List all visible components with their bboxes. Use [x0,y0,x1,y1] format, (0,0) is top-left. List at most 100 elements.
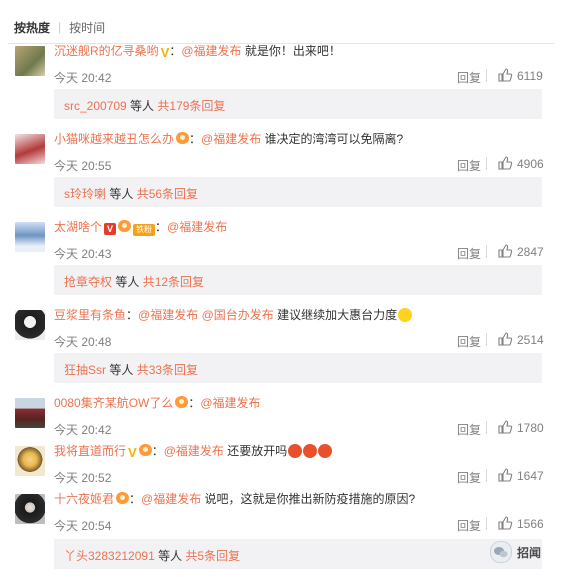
sub-replies-box[interactable]: src_200709 等人 共179条回复 [54,89,542,119]
comment-username[interactable]: 豆浆里有条鱼 [54,308,126,322]
sub-reply-user[interactable]: 丫头3283212091 [64,549,155,563]
sub-reply-count-link[interactable]: 共12条回复 [143,275,204,289]
sub-reply-count-link[interactable]: 共56条回复 [137,187,198,201]
sub-replies-summary: s玲玲喇 等人 共56条回复 [64,185,198,202]
comment-username[interactable]: 小猫咪越来越丑怎么办 [54,132,174,146]
like-count: 2847 [517,245,544,259]
colon: ： [188,396,201,410]
sort-bar: 按热度 | 按时间 [14,18,105,36]
avatar[interactable] [15,222,45,252]
thumbs-up-icon[interactable] [497,467,513,483]
sub-reply-count-link[interactable]: 共179条回复 [157,99,225,113]
sub-reply-mid: 等人 [112,275,143,289]
comment-username[interactable]: 十六夜姬君 [54,492,114,506]
thumbs-up-icon[interactable] [497,67,513,83]
comment-username[interactable]: 我将直道而行 [54,444,126,458]
thumbs-up-icon[interactable] [497,331,513,347]
fan-badge-icon: 铁粉 [133,224,156,236]
thumbs-up-icon[interactable] [497,515,513,531]
mention-link[interactable]: @福建发布 [201,132,261,146]
sub-reply-user[interactable]: 抢章夺权 [64,275,112,289]
avatar[interactable] [15,310,45,340]
comment-username[interactable]: 太湖啥个 [54,220,102,234]
member-crown-icon [116,492,130,504]
sub-replies-summary: 丫头3283212091 等人 共5条回复 [64,547,240,564]
reply-button[interactable]: 回复 [457,69,481,86]
sub-reply-mid: 等人 [126,99,158,113]
sub-reply-user[interactable]: src_200709 [64,99,127,113]
sort-separator: | [58,20,62,34]
action-divider [486,245,487,258]
avatar[interactable] [15,46,45,76]
sort-by-time-tab[interactable]: 按时间 [69,19,105,36]
member-crown-icon [138,444,152,456]
avatar[interactable] [15,494,45,524]
sub-replies-box[interactable]: 狂抽Ssr 等人 共33条回复 [54,353,542,383]
comment-username[interactable]: 沉迷舰R的亿寻桑哟 [54,44,159,58]
comment-text: 还要放开吗 [223,444,288,458]
thumbs-up-icon[interactable] [497,243,513,259]
comment-username[interactable]: 0080集齐某航OW了么 [54,396,173,410]
thumbs-up-icon[interactable] [497,419,513,435]
reply-button[interactable]: 回复 [457,517,481,534]
comment-time: 今天 20:52 [54,471,112,485]
sub-replies-summary: src_200709 等人 共179条回复 [64,97,225,114]
mention-link[interactable]: @福建发布 [181,44,241,58]
mention-link-2[interactable]: @国台办发布 [202,308,274,322]
sub-reply-mid: 等人 [154,549,186,563]
comment-main-line: 十六夜姬君 ：@福建发布 说吧，这就是你推出新防疫措施的原因? [54,491,415,507]
avatar[interactable] [15,134,45,164]
comment-main-line: 小猫咪越来越丑怎么办 ：@福建发布 谁决定的湾湾可以免隔离? [54,131,403,147]
mention-link[interactable]: @福建发布 [200,396,260,410]
reply-button[interactable]: 回复 [457,333,481,350]
colon: ： [155,220,168,234]
avatar[interactable] [15,446,45,476]
avatar[interactable] [15,398,45,428]
colon: ： [129,492,142,506]
comment-main-line: 太湖啥个 V 铁粉 ：@福建发布 [54,219,227,236]
reply-button[interactable]: 回复 [457,469,481,486]
sub-replies-box[interactable]: s玲玲喇 等人 共56条回复 [54,177,542,207]
mention-link[interactable]: @福建发布 [164,444,224,458]
comment-time: 今天 20:48 [54,335,112,349]
comment-text: 就是你！出来吧！ [241,44,341,58]
colon: ： [189,132,202,146]
sub-reply-count-link[interactable]: 共5条回复 [185,549,240,563]
like-count: 2514 [517,333,544,347]
action-divider [486,469,487,482]
sub-replies-box[interactable]: 丫头3283212091 等人 共5条回复 [54,539,542,569]
like-count: 4906 [517,157,544,171]
colon: ： [126,308,139,322]
colon: ： [151,444,164,458]
comment-time: 今天 20:43 [54,247,112,261]
reply-button[interactable]: 回复 [457,245,481,262]
sub-reply-user[interactable]: 狂抽Ssr [64,363,106,377]
sort-by-popularity-tab[interactable]: 按热度 [14,19,50,36]
reply-button[interactable]: 回复 [457,421,481,438]
comment-time: 今天 20:42 [54,71,112,85]
action-divider [486,421,487,434]
action-divider [486,333,487,346]
comment-main-line: 豆浆里有条鱼：@福建发布 @国台办发布 建议继续加大惠台力度 [54,307,413,323]
mention-link[interactable]: @福建发布 [167,220,227,234]
reply-button[interactable]: 回复 [457,157,481,174]
action-divider [486,69,487,82]
comment-time: 今天 20:54 [54,519,112,533]
mention-link[interactable]: @福建发布 [138,308,198,322]
sub-reply-count-link[interactable]: 共33条回复 [137,363,198,377]
comment-text: 说吧，这就是你推出新防疫措施的原因? [201,492,416,506]
angry-emoji-icon [288,444,303,458]
action-divider [486,517,487,530]
sub-replies-box[interactable]: 抢章夺权 等人 共12条回复 [54,265,542,295]
colon: ： [169,44,182,58]
mention-link[interactable]: @福建发布 [141,492,201,506]
smile-emoji-icon [398,308,413,322]
comment-text: 建议继续加大惠台力度 [273,308,398,322]
member-crown-icon [175,396,189,408]
thumbs-up-icon[interactable] [497,155,513,171]
comment-time: 今天 20:42 [54,423,112,437]
watermark: 招闻 [490,541,541,563]
comment-main-line: 沉迷舰R的亿寻桑哟 V：@福建发布 就是你！出来吧！ [54,43,341,61]
sub-reply-user[interactable]: s玲玲喇 [64,187,106,201]
like-count: 6119 [517,69,543,83]
